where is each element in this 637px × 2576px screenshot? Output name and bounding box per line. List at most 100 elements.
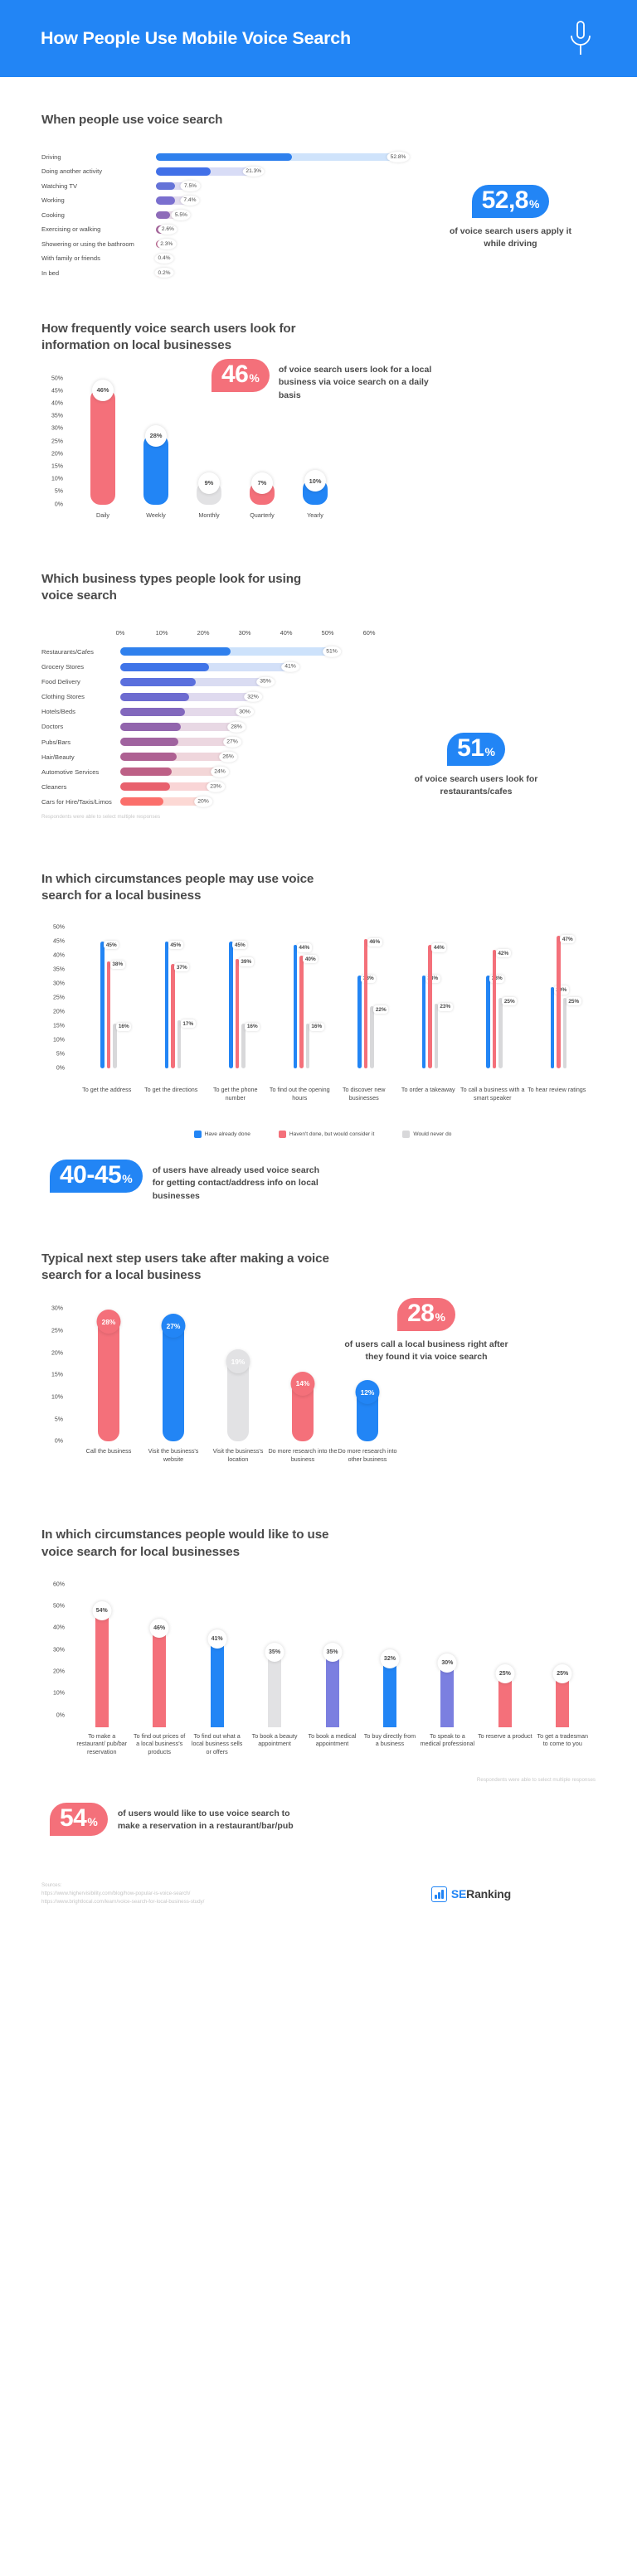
bar-row: Watching TV 7.5%	[41, 180, 398, 191]
y-tick: 30%	[51, 425, 63, 432]
y-tick: 5%	[54, 1416, 63, 1423]
next-step-x-labels: Call the business Visit the business's we…	[41, 1447, 604, 1480]
bar-column: 30%	[437, 1596, 457, 1727]
bar-column: 54%	[92, 1596, 112, 1727]
bar-value-label: 0.4%	[154, 253, 174, 264]
y-tick: 35%	[51, 413, 63, 419]
bar-chart-icon	[430, 1886, 447, 1902]
bar-column: 46%	[149, 1596, 169, 1727]
bar-label: Watching TV	[41, 182, 78, 190]
section-circumstances-would-like: In which circumstances people would like…	[0, 1480, 637, 1836]
bar-track: 41%	[120, 661, 435, 672]
bar-value-label: 37%	[174, 963, 190, 972]
bar-fill	[120, 797, 163, 806]
bar	[235, 958, 240, 1069]
bar-value-label: 20%	[194, 797, 212, 807]
x-axis-label: Monthly	[198, 511, 220, 519]
bar-fill	[120, 647, 231, 656]
x-tick: 60%	[362, 629, 376, 637]
bar-value-label: 26%	[219, 751, 237, 763]
bar-value-label: 38%	[109, 960, 125, 970]
bar	[113, 1023, 117, 1069]
badge-54: 54%	[50, 1802, 108, 1836]
bar	[241, 1023, 246, 1069]
page-header: How People Use Mobile Voice Search	[0, 0, 637, 77]
bar-row: Clothing Stores 32%	[41, 690, 435, 703]
bar	[153, 1626, 167, 1727]
badge-51: 51%	[447, 733, 505, 767]
x-axis-label: To book a medical appointment	[308, 1731, 357, 1748]
bar-value-label: 30%	[236, 706, 254, 718]
badge-40-45: 40-45%	[50, 1160, 143, 1194]
source-link-1[interactable]: https://www.highervisibility.com/blog/ho…	[41, 1890, 204, 1898]
bar-label: Clothing Stores	[41, 693, 85, 701]
bar-row: Hotels/Beds 30%	[41, 705, 435, 718]
bar-track: 51%	[120, 646, 435, 657]
x-axis-label: To discover new businesses	[342, 1086, 386, 1102]
x-axis-label: To make a restaurant/ pub/bar reservatio…	[76, 1731, 128, 1755]
y-tick: 0%	[54, 1438, 63, 1445]
section-title: Typical next step users take after makin…	[41, 1251, 329, 1283]
bar-row: Showering or using the bathroom 2.3%	[41, 238, 398, 249]
y-axis: 0% 5% 10% 15% 20% 25% 30%	[41, 1306, 63, 1445]
bar-fill	[156, 153, 292, 162]
circumstances-callout: 40-45% of users have already used voice …	[41, 1160, 604, 1203]
y-tick: 15%	[51, 1372, 63, 1378]
bar	[498, 998, 503, 1069]
bar	[90, 388, 115, 505]
bar-fill	[120, 767, 173, 777]
bar-column: 25%	[552, 1596, 572, 1727]
sources-label: Sources:	[41, 1881, 62, 1888]
bar-row: Driving 52.8%	[41, 151, 410, 162]
bar	[325, 1650, 339, 1727]
bar-value-label: 5.5%	[171, 210, 191, 220]
bar-value-label: 9%	[198, 472, 220, 494]
bar-fill	[120, 662, 209, 671]
y-tick: 30%	[52, 981, 65, 987]
legend-item: Haven't done, but would consider it	[278, 1131, 374, 1139]
y-tick: 5%	[56, 1051, 65, 1058]
section-title: In which circumstances people may use vo…	[41, 871, 314, 903]
bar-track: 7.4%	[156, 195, 398, 206]
y-tick: 15%	[52, 1023, 65, 1029]
bar-row: Automotive Services 24%	[41, 766, 435, 778]
bar-value-label: 45%	[168, 941, 183, 950]
bar-value-label: 10%	[304, 470, 326, 492]
bar-column: 14%	[290, 1309, 315, 1442]
bar-value-label: 27%	[161, 1314, 186, 1339]
bar-fill	[120, 722, 181, 731]
bar-track: 23%	[120, 782, 435, 792]
bar	[163, 1322, 184, 1442]
bar-value-label: 32%	[244, 691, 262, 703]
bar-label: Food Delivery	[41, 678, 80, 686]
bar-value-label: 39%	[238, 957, 254, 966]
bar	[164, 942, 169, 1069]
bar-value-label: 28%	[227, 721, 246, 733]
bar-value-label: 23%	[207, 782, 225, 792]
bar-row: Doing another activity 21.3%	[41, 166, 398, 177]
bar-label: Doctors	[41, 723, 64, 731]
bar	[428, 944, 432, 1069]
bar-value-label: 30%	[437, 1653, 457, 1673]
bar-value-label: 16%	[245, 1022, 260, 1031]
x-axis-label: Visit the business's website	[148, 1447, 199, 1463]
bar-row: Cooking 5.5%	[41, 209, 398, 220]
bar	[100, 942, 105, 1069]
se-ranking-logo[interactable]: SERanking	[430, 1886, 511, 1902]
frequency-x-labels: Daily Weekly Monthly Quarterly Yearly	[41, 511, 604, 523]
plot-area: 45% 38% 16% 45% 37% 17% 45% 39% 16% 44% 40% 16% 33% 4…	[75, 927, 589, 1069]
bar	[171, 964, 175, 1069]
section-business-types: Which business types people look for usi…	[0, 523, 637, 820]
badge-caption: of voice search users look for a local b…	[278, 365, 432, 400]
source-link-2[interactable]: https://www.brightlocal.com/learn/voice-…	[41, 1898, 204, 1906]
sources-block: Sources: https://www.highervisibility.co…	[41, 1881, 204, 1907]
bar	[550, 986, 555, 1069]
legend-swatch	[402, 1131, 411, 1139]
bar-value-label: 24%	[211, 766, 229, 777]
bar-value-label: 16%	[309, 1022, 324, 1031]
chart-legend: Have already done Haven't done, but would…	[41, 1131, 604, 1139]
bar-value-label: 40%	[303, 955, 318, 964]
y-axis: 0% 5% 10% 15% 20% 25% 30% 35% 40% 45% 50%	[41, 375, 63, 507]
y-tick: 50%	[51, 375, 63, 382]
x-axis-label: Call the business	[85, 1447, 132, 1455]
